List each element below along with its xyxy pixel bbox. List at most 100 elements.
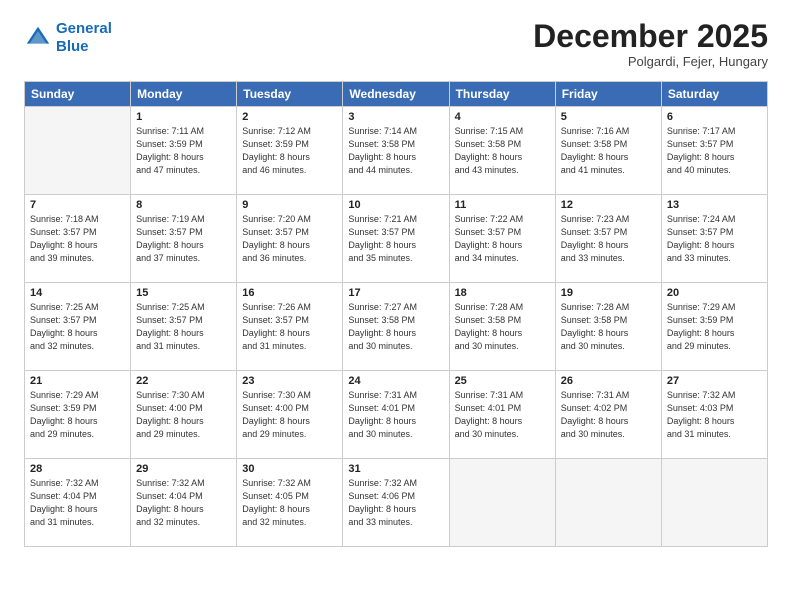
weekday-header: Friday xyxy=(555,82,661,107)
calendar-cell xyxy=(661,459,767,547)
day-number: 22 xyxy=(136,375,231,387)
day-info: Sunrise: 7:31 AM Sunset: 4:01 PM Dayligh… xyxy=(455,389,550,441)
calendar-cell: 15 Sunrise: 7:25 AM Sunset: 3:57 PM Dayli… xyxy=(131,283,237,371)
calendar-cell: 13 Sunrise: 7:24 AM Sunset: 3:57 PM Dayli… xyxy=(661,195,767,283)
calendar-week-row: 14 Sunrise: 7:25 AM Sunset: 3:57 PM Dayli… xyxy=(25,283,768,371)
calendar-week-row: 28 Sunrise: 7:32 AM Sunset: 4:04 PM Dayli… xyxy=(25,459,768,547)
calendar-cell: 14 Sunrise: 7:25 AM Sunset: 3:57 PM Dayli… xyxy=(25,283,131,371)
day-info: Sunrise: 7:31 AM Sunset: 4:02 PM Dayligh… xyxy=(561,389,656,441)
day-number: 6 xyxy=(667,111,762,123)
day-info: Sunrise: 7:12 AM Sunset: 3:59 PM Dayligh… xyxy=(242,125,337,177)
day-number: 4 xyxy=(455,111,550,123)
calendar-cell: 29 Sunrise: 7:32 AM Sunset: 4:04 PM Dayli… xyxy=(131,459,237,547)
day-info: Sunrise: 7:32 AM Sunset: 4:05 PM Dayligh… xyxy=(242,477,337,529)
calendar-cell: 22Sunrise: 7:30 AM Sunset: 4:00 PM Dayli… xyxy=(131,371,237,459)
day-info: Sunrise: 7:29 AM Sunset: 3:59 PM Dayligh… xyxy=(667,301,762,353)
calendar-cell: 6 Sunrise: 7:17 AM Sunset: 3:57 PM Daylig… xyxy=(661,107,767,195)
day-info: Sunrise: 7:20 AM Sunset: 3:57 PM Dayligh… xyxy=(242,213,337,265)
calendar-cell: 27 Sunrise: 7:32 AM Sunset: 4:03 PM Dayli… xyxy=(661,371,767,459)
calendar-table: SundayMondayTuesdayWednesdayThursdayFrid… xyxy=(24,81,768,547)
header: General Blue December 2025 Polgardi, Fej… xyxy=(24,20,768,69)
logo: General Blue xyxy=(24,20,112,56)
day-number: 9 xyxy=(242,199,337,211)
location: Polgardi, Fejer, Hungary xyxy=(533,54,768,69)
day-number: 28 xyxy=(30,463,125,475)
day-number: 25 xyxy=(455,375,550,387)
weekday-header: Saturday xyxy=(661,82,767,107)
day-number: 11 xyxy=(455,199,550,211)
day-number: 23 xyxy=(242,375,337,387)
day-number: 30 xyxy=(242,463,337,475)
calendar-cell: 18Sunrise: 7:28 AM Sunset: 3:58 PM Dayli… xyxy=(449,283,555,371)
day-number: 2 xyxy=(242,111,337,123)
day-number: 13 xyxy=(667,199,762,211)
day-number: 1 xyxy=(136,111,231,123)
calendar-cell: 31 Sunrise: 7:32 AM Sunset: 4:06 PM Dayli… xyxy=(343,459,449,547)
day-number: 15 xyxy=(136,287,231,299)
day-info: Sunrise: 7:11 AM Sunset: 3:59 PM Dayligh… xyxy=(136,125,231,177)
calendar-cell: 26 Sunrise: 7:31 AM Sunset: 4:02 PM Dayli… xyxy=(555,371,661,459)
calendar-cell: 4 Sunrise: 7:15 AM Sunset: 3:58 PM Daylig… xyxy=(449,107,555,195)
day-number: 20 xyxy=(667,287,762,299)
day-number: 29 xyxy=(136,463,231,475)
day-info: Sunrise: 7:17 AM Sunset: 3:57 PM Dayligh… xyxy=(667,125,762,177)
day-number: 18 xyxy=(455,287,550,299)
calendar-cell: 1 Sunrise: 7:11 AM Sunset: 3:59 PM Daylig… xyxy=(131,107,237,195)
day-number: 8 xyxy=(136,199,231,211)
calendar-cell: 5Sunrise: 7:16 AM Sunset: 3:58 PM Daylig… xyxy=(555,107,661,195)
day-info: Sunrise: 7:32 AM Sunset: 4:06 PM Dayligh… xyxy=(348,477,443,529)
calendar-cell xyxy=(449,459,555,547)
day-number: 27 xyxy=(667,375,762,387)
calendar-cell: 9 Sunrise: 7:20 AM Sunset: 3:57 PM Daylig… xyxy=(237,195,343,283)
day-number: 7 xyxy=(30,199,125,211)
day-number: 3 xyxy=(348,111,443,123)
day-info: Sunrise: 7:30 AM Sunset: 4:00 PM Dayligh… xyxy=(242,389,337,441)
calendar-cell: 7 Sunrise: 7:18 AM Sunset: 3:57 PM Daylig… xyxy=(25,195,131,283)
calendar-cell: 19Sunrise: 7:28 AM Sunset: 3:58 PM Dayli… xyxy=(555,283,661,371)
page: General Blue December 2025 Polgardi, Fej… xyxy=(0,0,792,612)
logo-line2: Blue xyxy=(56,38,89,55)
calendar-cell: 28 Sunrise: 7:32 AM Sunset: 4:04 PM Dayli… xyxy=(25,459,131,547)
weekday-header: Monday xyxy=(131,82,237,107)
weekday-header: Wednesday xyxy=(343,82,449,107)
day-info: Sunrise: 7:14 AM Sunset: 3:58 PM Dayligh… xyxy=(348,125,443,177)
day-number: 17 xyxy=(348,287,443,299)
title-block: December 2025 Polgardi, Fejer, Hungary xyxy=(533,20,768,69)
day-number: 14 xyxy=(30,287,125,299)
weekday-header: Tuesday xyxy=(237,82,343,107)
logo-icon xyxy=(24,24,52,52)
day-info: Sunrise: 7:25 AM Sunset: 3:57 PM Dayligh… xyxy=(136,301,231,353)
calendar-week-row: 1 Sunrise: 7:11 AM Sunset: 3:59 PM Daylig… xyxy=(25,107,768,195)
calendar-cell: 21 Sunrise: 7:29 AM Sunset: 3:59 PM Dayli… xyxy=(25,371,131,459)
day-info: Sunrise: 7:15 AM Sunset: 3:58 PM Dayligh… xyxy=(455,125,550,177)
calendar-cell: 17Sunrise: 7:27 AM Sunset: 3:58 PM Dayli… xyxy=(343,283,449,371)
day-info: Sunrise: 7:32 AM Sunset: 4:03 PM Dayligh… xyxy=(667,389,762,441)
calendar-cell: 12Sunrise: 7:23 AM Sunset: 3:57 PM Dayli… xyxy=(555,195,661,283)
day-info: Sunrise: 7:16 AM Sunset: 3:58 PM Dayligh… xyxy=(561,125,656,177)
calendar-week-row: 21 Sunrise: 7:29 AM Sunset: 3:59 PM Dayli… xyxy=(25,371,768,459)
day-number: 21 xyxy=(30,375,125,387)
day-info: Sunrise: 7:32 AM Sunset: 4:04 PM Dayligh… xyxy=(30,477,125,529)
calendar-cell: 24Sunrise: 7:31 AM Sunset: 4:01 PM Dayli… xyxy=(343,371,449,459)
calendar-cell: 3 Sunrise: 7:14 AM Sunset: 3:58 PM Daylig… xyxy=(343,107,449,195)
day-info: Sunrise: 7:25 AM Sunset: 3:57 PM Dayligh… xyxy=(30,301,125,353)
calendar-cell: 20 Sunrise: 7:29 AM Sunset: 3:59 PM Dayli… xyxy=(661,283,767,371)
weekday-header: Sunday xyxy=(25,82,131,107)
calendar-cell: 8 Sunrise: 7:19 AM Sunset: 3:57 PM Daylig… xyxy=(131,195,237,283)
day-number: 26 xyxy=(561,375,656,387)
day-info: Sunrise: 7:32 AM Sunset: 4:04 PM Dayligh… xyxy=(136,477,231,529)
day-info: Sunrise: 7:23 AM Sunset: 3:57 PM Dayligh… xyxy=(561,213,656,265)
day-number: 10 xyxy=(348,199,443,211)
calendar-cell: 23 Sunrise: 7:30 AM Sunset: 4:00 PM Dayli… xyxy=(237,371,343,459)
day-number: 31 xyxy=(348,463,443,475)
day-info: Sunrise: 7:24 AM Sunset: 3:57 PM Dayligh… xyxy=(667,213,762,265)
logo-text: General Blue xyxy=(56,20,112,56)
day-info: Sunrise: 7:29 AM Sunset: 3:59 PM Dayligh… xyxy=(30,389,125,441)
day-info: Sunrise: 7:18 AM Sunset: 3:57 PM Dayligh… xyxy=(30,213,125,265)
calendar-cell: 2 Sunrise: 7:12 AM Sunset: 3:59 PM Daylig… xyxy=(237,107,343,195)
calendar-week-row: 7 Sunrise: 7:18 AM Sunset: 3:57 PM Daylig… xyxy=(25,195,768,283)
month-title: December 2025 xyxy=(533,20,768,52)
weekday-header: Thursday xyxy=(449,82,555,107)
day-info: Sunrise: 7:19 AM Sunset: 3:57 PM Dayligh… xyxy=(136,213,231,265)
day-number: 24 xyxy=(348,375,443,387)
